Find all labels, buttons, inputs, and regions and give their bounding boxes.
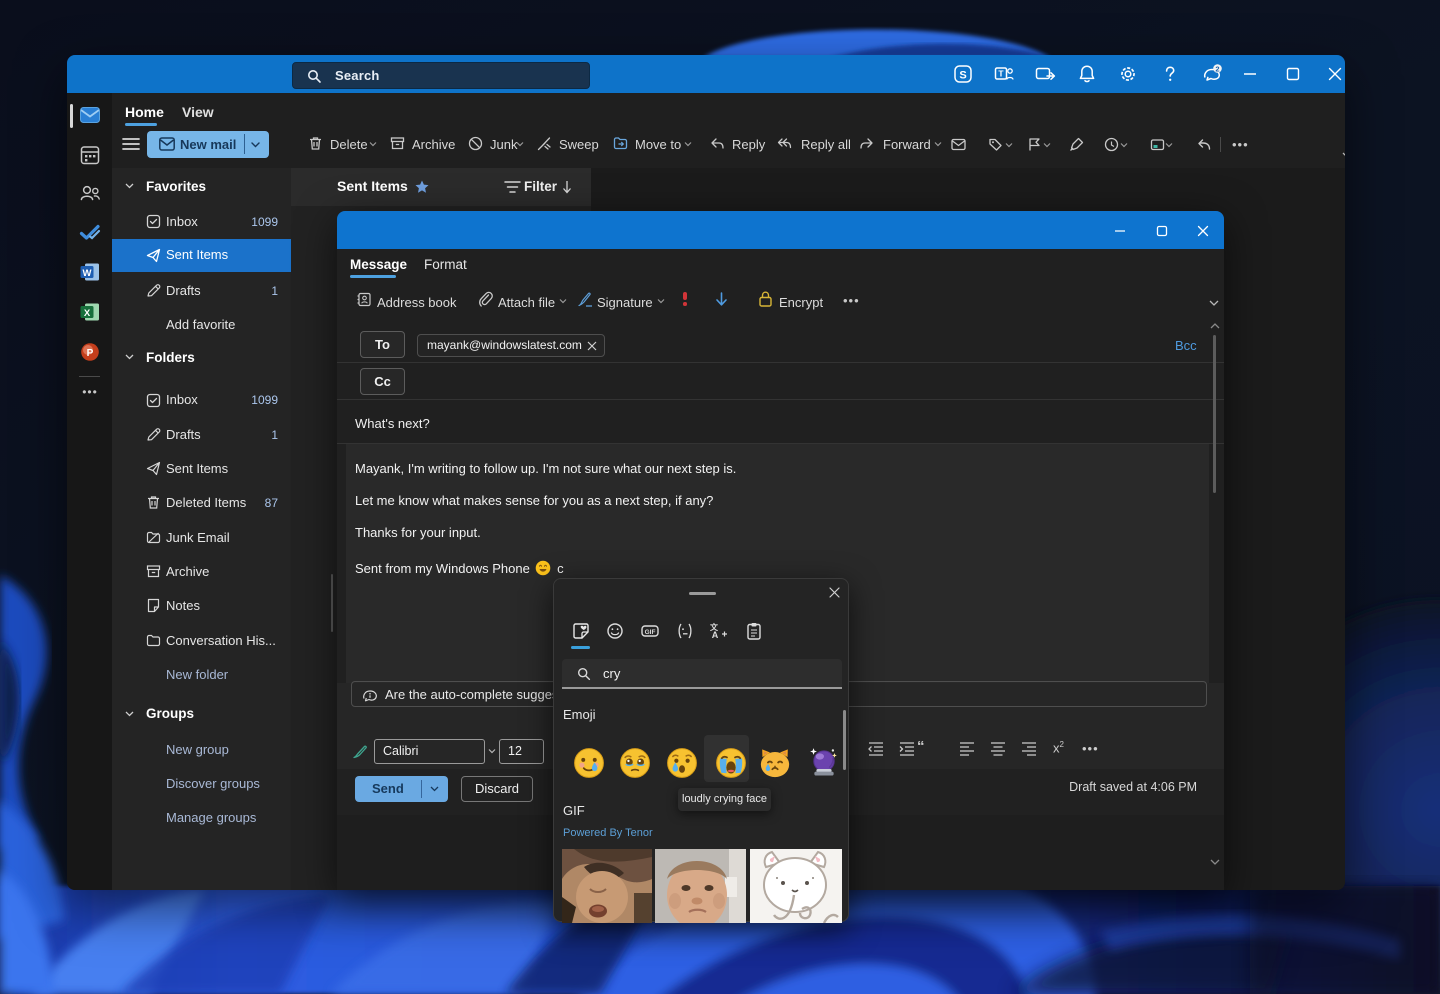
svg-text:W: W [83,268,92,279]
svg-text:S: S [959,70,966,82]
svg-text:T: T [998,69,1004,79]
svg-text:GIF: GIF [645,629,656,636]
svg-text:P: P [87,348,94,359]
svg-text:A: A [712,630,719,640]
svg-text:X: X [84,308,91,319]
svg-text:2: 2 [1215,64,1219,73]
